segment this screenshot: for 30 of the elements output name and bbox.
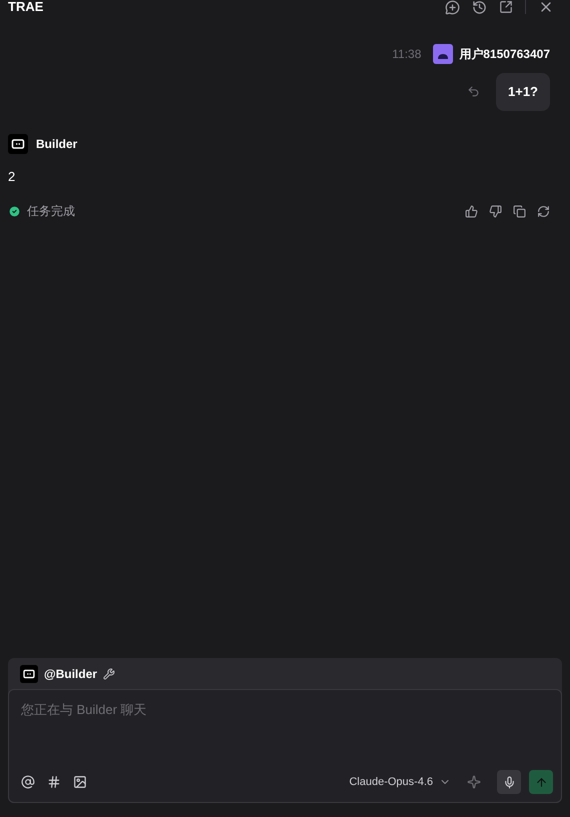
copy-icon[interactable]	[513, 204, 526, 218]
history-icon[interactable]	[472, 0, 487, 14]
external-link-icon[interactable]	[499, 0, 513, 14]
bot-icon	[8, 134, 28, 154]
user-name: 用户8150763407	[459, 46, 550, 63]
avatar-icon	[433, 44, 454, 64]
reply-text: 2	[7, 168, 16, 186]
thumbs-down-icon[interactable]	[489, 204, 502, 218]
task-status: 任务完成	[27, 203, 75, 220]
tools-icon	[103, 668, 116, 680]
check-icon	[8, 204, 21, 218]
new-chat-icon[interactable]	[445, 0, 460, 14]
hash-icon[interactable]	[47, 775, 61, 789]
model-selector[interactable]: Claude-Opus-4.6	[349, 774, 451, 790]
mention-icon[interactable]	[21, 775, 35, 789]
regenerate-icon[interactable]	[537, 204, 550, 218]
thumbs-up-icon[interactable]	[465, 204, 478, 218]
mic-button[interactable]	[497, 770, 521, 794]
bot-icon	[20, 664, 38, 682]
app-title: TRAE	[8, 0, 44, 14]
sparkle-icon[interactable]	[467, 775, 481, 789]
microphone-icon	[502, 776, 516, 788]
message-input[interactable]: 您正在与 Builder 聊天 Claude-Opus-4.6	[8, 689, 562, 803]
arrow-up-icon	[534, 776, 548, 788]
image-icon[interactable]	[73, 775, 87, 789]
undo-icon[interactable]	[467, 85, 480, 98]
user-message: 1+1?	[496, 73, 550, 110]
message-time: 11:38	[392, 46, 422, 63]
agent-tag: @Builder	[44, 664, 98, 682]
agent-name: Builder	[36, 136, 78, 152]
